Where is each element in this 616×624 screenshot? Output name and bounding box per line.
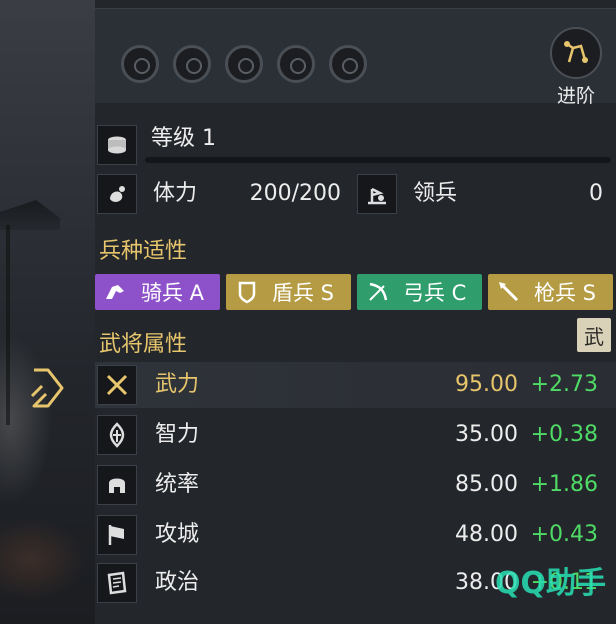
- star-slot: [277, 45, 315, 83]
- archer-chip-label: 弓兵 C: [403, 281, 467, 305]
- spear-icon: [494, 277, 524, 307]
- attribute-name: 武力: [155, 372, 200, 397]
- troops-value: 0: [589, 181, 603, 206]
- watermark: QQ助手: [494, 566, 606, 601]
- attribute-value: 48.00: [455, 522, 518, 547]
- selection-arrow-icon: [30, 368, 64, 408]
- cavalry-chip[interactable]: 骑兵 A: [95, 274, 220, 310]
- coins-icon: [97, 125, 137, 165]
- star-slot: [173, 45, 211, 83]
- advance-label: 进阶: [556, 85, 595, 107]
- attribute-bonus: +0.43: [530, 522, 598, 547]
- attribute-bonus: +1.86: [530, 472, 598, 497]
- star-slot: [225, 45, 263, 83]
- attribute-name: 政治: [155, 570, 200, 595]
- martial-tag[interactable]: 武: [577, 318, 611, 352]
- scroll-icon: [97, 563, 137, 603]
- troops-label: 领兵: [413, 181, 458, 206]
- spear-chip-label: 枪兵 S: [534, 281, 597, 305]
- bow-icon: [363, 277, 393, 307]
- attribute-value: 95.00: [455, 372, 518, 397]
- advance-button[interactable]: 进阶: [548, 27, 604, 111]
- pavilion-pole: [6, 225, 10, 425]
- attribute-row-intelligence[interactable]: 智力 35.00 +0.38: [95, 412, 616, 458]
- star-slot: [121, 45, 159, 83]
- helmet-icon: [97, 465, 137, 505]
- flag-icon: [97, 515, 137, 555]
- level-label: 等级 1: [151, 126, 216, 151]
- general-info-panel: 进阶 等级 1 体力 200/200 领兵 0 兵种适性 骑兵 A 盾兵 S 弓…: [95, 0, 616, 624]
- shield-chip[interactable]: 盾兵 S: [226, 274, 351, 310]
- star-slots-area: 进阶: [95, 8, 616, 107]
- attribute-row-force[interactable]: 武力 95.00 +2.73: [95, 362, 616, 408]
- attribute-name: 统率: [155, 472, 200, 497]
- flame-icon: [97, 415, 137, 455]
- attribute-name: 智力: [155, 422, 200, 447]
- spear-chip[interactable]: 枪兵 S: [488, 274, 613, 310]
- attribute-value: 85.00: [455, 472, 518, 497]
- shield-chip-label: 盾兵 S: [272, 281, 335, 305]
- experience-bar: [145, 157, 611, 163]
- advance-icon: [550, 27, 602, 79]
- attribute-row-siege[interactable]: 攻城 48.00 +0.43: [95, 512, 616, 558]
- attribute-row-command[interactable]: 统率 85.00 +1.86: [95, 462, 616, 508]
- stamina-label: 体力: [153, 181, 198, 206]
- crossed-swords-icon: [97, 365, 137, 405]
- stamina-icon: [97, 174, 137, 214]
- star-slot: [329, 45, 367, 83]
- horse-icon: [101, 277, 131, 307]
- attribute-bonus: +0.38: [530, 422, 598, 447]
- attribute-name: 攻城: [155, 522, 200, 547]
- background-scenery: [0, 0, 95, 624]
- shield-icon: [232, 277, 262, 307]
- attributes-title: 武将属性: [99, 332, 188, 357]
- stamina-value: 200/200: [249, 181, 341, 206]
- archer-chip[interactable]: 弓兵 C: [357, 274, 482, 310]
- troops-icon: [357, 174, 397, 214]
- attribute-value: 35.00: [455, 422, 518, 447]
- attribute-bonus: +2.73: [530, 372, 598, 397]
- adaptability-title: 兵种适性: [99, 239, 188, 264]
- cavalry-chip-label: 骑兵 A: [141, 281, 205, 305]
